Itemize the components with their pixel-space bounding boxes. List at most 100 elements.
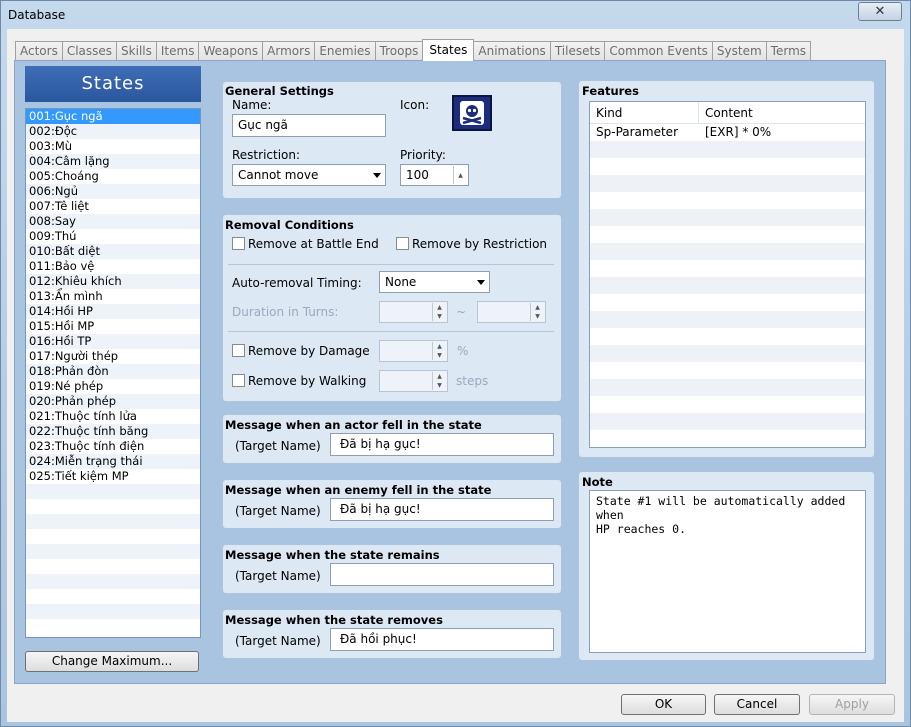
damage-percent-stepper[interactable]: ▲ ▼ xyxy=(379,340,448,362)
features-table-row[interactable] xyxy=(590,328,865,345)
state-list-item[interactable]: 017:Người thép xyxy=(26,349,200,364)
features-table-row[interactable] xyxy=(590,277,865,294)
features-table-row[interactable]: Sp-Parameter [EXR] * 0% xyxy=(590,124,865,141)
state-list-item[interactable]: 005:Choáng xyxy=(26,169,200,184)
auto-removal-timing-select[interactable]: None xyxy=(379,271,490,293)
state-list-empty-row[interactable] xyxy=(26,484,200,499)
state-list-item[interactable]: 019:Né phép xyxy=(26,379,200,394)
state-list-item[interactable]: 013:Ẩn mình xyxy=(26,289,200,304)
remove-by-restriction-checkbox[interactable] xyxy=(396,237,409,250)
features-table-row[interactable] xyxy=(590,311,865,328)
remove-at-battle-end-checkbox[interactable] xyxy=(232,237,245,250)
close-button[interactable]: ✕ xyxy=(858,2,902,21)
features-col-content[interactable]: Content xyxy=(699,102,865,123)
state-list-empty-row[interactable] xyxy=(26,604,200,619)
apply-button[interactable]: Apply xyxy=(809,694,895,715)
tab-actors[interactable]: Actors xyxy=(15,41,63,60)
state-list-empty-row[interactable] xyxy=(26,589,200,604)
state-list-item[interactable]: 012:Khiêu khích xyxy=(26,274,200,289)
state-list-item[interactable]: 025:Tiết kiệm MP xyxy=(26,469,200,484)
restriction-label: Restriction: xyxy=(232,148,301,162)
states-list[interactable]: 001:Gục ngã 002:Độc 003:Mù 004:Câm lặng 005:… xyxy=(25,108,201,638)
features-table[interactable]: Kind Content Sp-Parameter [EXR] * 0% xyxy=(589,101,866,448)
state-list-empty-row[interactable] xyxy=(26,619,200,634)
state-list-empty-row[interactable] xyxy=(26,529,200,544)
features-table-row[interactable] xyxy=(590,192,865,209)
tab-system[interactable]: System xyxy=(711,41,767,60)
state-list-item[interactable]: 003:Mù xyxy=(26,139,200,154)
state-list-item[interactable]: 023:Thuộc tính điện xyxy=(26,439,200,454)
message-remains-input[interactable] xyxy=(330,563,554,586)
features-table-row[interactable] xyxy=(590,260,865,277)
features-col-kind[interactable]: Kind xyxy=(590,102,699,123)
state-list-item[interactable]: 024:Miễn trạng thái xyxy=(26,454,200,469)
features-table-row[interactable] xyxy=(590,226,865,243)
message-actor-input[interactable]: Đã bị hạ gục! xyxy=(330,433,554,456)
tab-terms[interactable]: Terms xyxy=(765,41,812,60)
state-list-item[interactable]: 014:Hồi HP xyxy=(26,304,200,319)
message-actor-title: Message when an actor fell in the state xyxy=(225,418,482,432)
note-textarea[interactable]: State #1 will be automatically added whe… xyxy=(589,490,866,653)
state-list-item[interactable]: 015:Hồi MP xyxy=(26,319,200,334)
features-table-row[interactable] xyxy=(590,294,865,311)
message-enemy-input[interactable]: Đã bị hạ gục! xyxy=(330,498,554,521)
state-list-empty-row[interactable] xyxy=(26,574,200,589)
walking-steps-stepper[interactable]: ▲ ▼ xyxy=(379,370,448,392)
state-list-item[interactable]: 004:Câm lặng xyxy=(26,154,200,169)
state-list-item[interactable]: 016:Hồi TP xyxy=(26,334,200,349)
state-list-item[interactable]: 010:Bất diệt xyxy=(26,244,200,259)
tab-common-events[interactable]: Common Events xyxy=(604,41,713,60)
state-list-item[interactable]: 022:Thuộc tính băng xyxy=(26,424,200,439)
spinner-arrows-icon[interactable]: ▲▼ xyxy=(453,166,467,184)
change-maximum-button[interactable]: Change Maximum... xyxy=(25,651,199,672)
state-list-empty-row[interactable] xyxy=(26,499,200,514)
state-list-empty-row[interactable] xyxy=(26,514,200,529)
tab-states[interactable]: States xyxy=(422,39,475,61)
ok-button[interactable]: OK xyxy=(621,694,706,715)
tab-armors[interactable]: Armors xyxy=(262,41,316,60)
tab-tilesets[interactable]: Tilesets xyxy=(549,41,606,60)
tab-items[interactable]: Items xyxy=(155,41,200,60)
message-removes-input[interactable]: Đã hồi phục! xyxy=(330,628,554,651)
tab-animations[interactable]: Animations xyxy=(473,41,551,60)
cancel-button[interactable]: Cancel xyxy=(714,694,800,715)
state-list-item[interactable]: 001:Gục ngã xyxy=(26,109,200,124)
tab-classes[interactable]: Classes xyxy=(61,41,118,60)
features-table-row[interactable] xyxy=(590,158,865,175)
state-list-item[interactable]: 011:Bảo vệ xyxy=(26,259,200,274)
features-table-row[interactable] xyxy=(590,413,865,430)
state-list-item[interactable]: 020:Phản phép xyxy=(26,394,200,409)
state-list-item[interactable]: 007:Tê liệt xyxy=(26,199,200,214)
duration-max-stepper[interactable]: ▲ ▼ xyxy=(477,301,546,323)
tab-enemies[interactable]: Enemies xyxy=(314,41,376,60)
state-list-item[interactable]: 002:Độc xyxy=(26,124,200,139)
state-list-item[interactable]: 008:Say xyxy=(26,214,200,229)
state-list-item[interactable]: 021:Thuộc tính lửa xyxy=(26,409,200,424)
duration-min-stepper[interactable]: ▲ ▼ xyxy=(379,301,448,323)
priority-stepper[interactable]: 100 ▲▼ xyxy=(400,164,469,186)
removal-conditions-title: Removal Conditions xyxy=(225,218,354,232)
features-table-row[interactable] xyxy=(590,430,865,447)
features-table-row[interactable] xyxy=(590,345,865,362)
features-table-row[interactable] xyxy=(590,209,865,226)
state-list-item[interactable]: 009:Thú xyxy=(26,229,200,244)
remove-by-damage-checkbox[interactable] xyxy=(232,344,245,357)
remove-by-walking-checkbox[interactable] xyxy=(232,374,245,387)
icon-picker[interactable] xyxy=(452,95,492,131)
features-table-row[interactable] xyxy=(590,396,865,413)
tab-troops[interactable]: Troops xyxy=(374,41,424,60)
features-table-row[interactable] xyxy=(590,141,865,158)
features-table-row[interactable] xyxy=(590,379,865,396)
name-input[interactable]: Gục ngã xyxy=(232,114,386,137)
tab-skills[interactable]: Skills xyxy=(116,41,157,60)
features-table-row[interactable] xyxy=(590,362,865,379)
features-table-row[interactable] xyxy=(590,175,865,192)
message-remains-target-label: (Target Name) xyxy=(235,569,321,583)
state-list-item[interactable]: 006:Ngủ xyxy=(26,184,200,199)
tab-weapons[interactable]: Weapons xyxy=(198,41,264,60)
state-list-empty-row[interactable] xyxy=(26,544,200,559)
state-list-empty-row[interactable] xyxy=(26,559,200,574)
state-list-item[interactable]: 018:Phản đòn xyxy=(26,364,200,379)
features-table-row[interactable] xyxy=(590,243,865,260)
restriction-select[interactable]: Cannot move xyxy=(232,164,386,186)
